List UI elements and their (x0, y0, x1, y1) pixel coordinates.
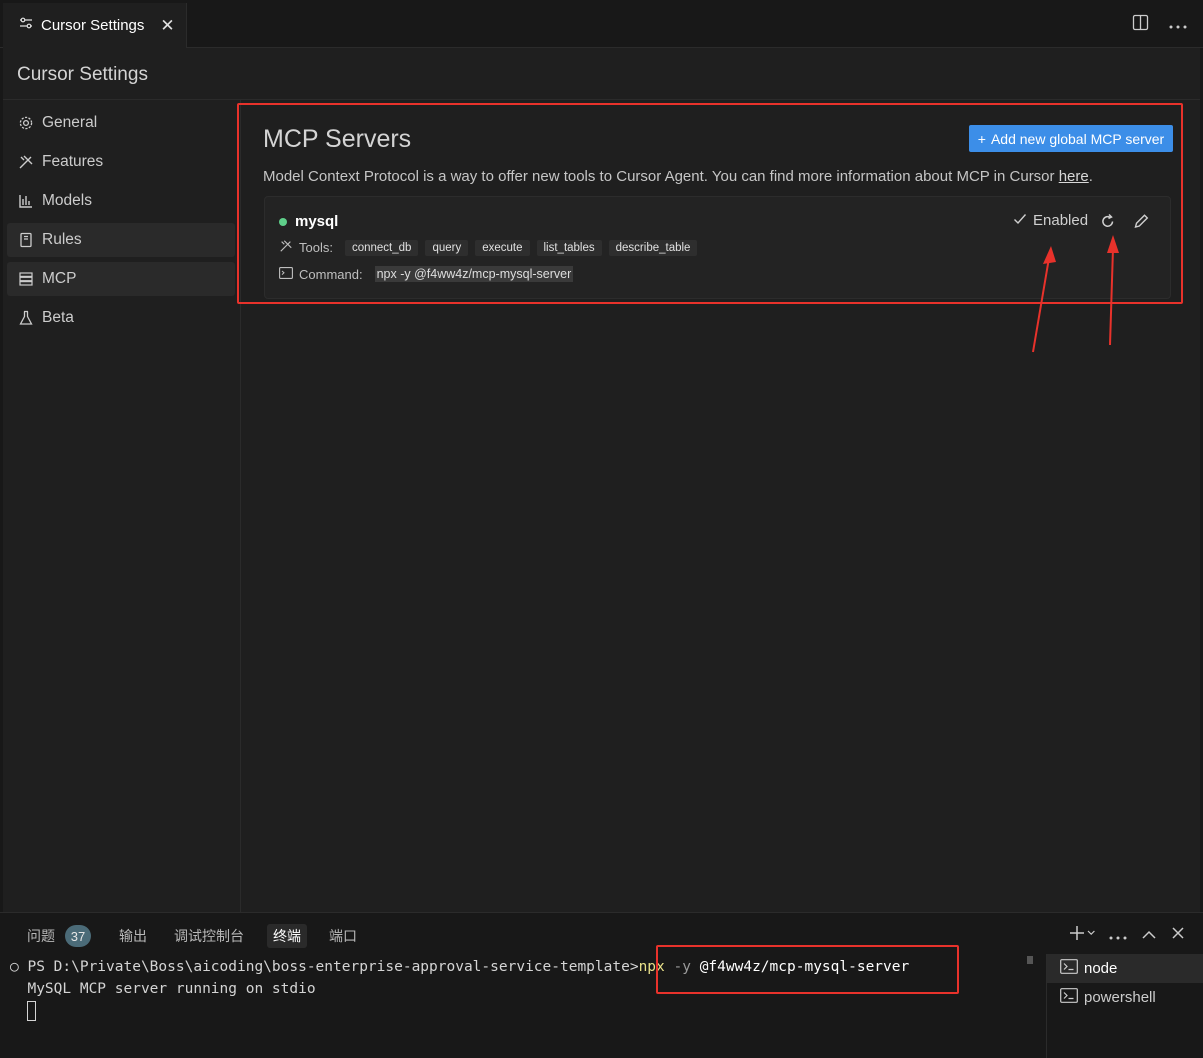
more-actions-icon[interactable] (1109, 927, 1127, 945)
terminal-item-label: node (1084, 960, 1118, 977)
sidebar-item-models[interactable]: Models (7, 184, 235, 218)
terminal-list: node powershell (1046, 954, 1203, 1058)
annotation-box-command (656, 945, 959, 994)
sidebar-item-label: Rules (42, 231, 82, 248)
terminal-item-powershell[interactable]: powershell (1047, 983, 1203, 1012)
tab-problems[interactable]: 问题 37 (27, 924, 91, 948)
sidebar-item-label: Features (42, 153, 104, 170)
problems-count-badge: 37 (65, 925, 91, 947)
panel-actions (1069, 925, 1185, 946)
terminal-output-line: MySQL MCP server running on stdio (27, 981, 316, 997)
sidebar-item-label: MCP (42, 270, 77, 287)
editor-actions (1132, 14, 1187, 36)
terminal-cursor (27, 1001, 36, 1021)
close-panel-icon[interactable] (1171, 926, 1185, 945)
sidebar-item-label: Beta (42, 309, 74, 326)
page-header: Cursor Settings (3, 48, 1200, 100)
sidebar-item-mcp[interactable]: MCP (7, 262, 235, 296)
sidebar-item-beta[interactable]: Beta (7, 301, 235, 335)
bar-chart-icon (18, 193, 34, 209)
tab-problems-label: 问题 (27, 928, 55, 944)
tools-icon (18, 154, 34, 170)
gear-icon (18, 115, 34, 131)
terminal-icon (1060, 959, 1078, 978)
page-title: Cursor Settings (17, 64, 148, 85)
settings-sidebar: General Features Models Rules MCP Beta (3, 100, 241, 912)
maximize-panel-icon[interactable] (1141, 927, 1157, 945)
tab-debug-console[interactable]: 调试控制台 (174, 924, 244, 948)
server-icon (18, 271, 34, 287)
terminal-prompt: PS D:\Private\Boss\aicoding\boss-enterpr… (27, 959, 639, 975)
terminal-item-label: powershell (1084, 989, 1156, 1006)
close-icon[interactable]: ✕ (160, 17, 174, 34)
tab-label: Cursor Settings (41, 17, 145, 34)
sidebar-item-general[interactable]: General (7, 106, 235, 140)
terminal-item-node[interactable]: node (1047, 954, 1203, 983)
more-actions-icon[interactable] (1169, 16, 1187, 34)
terminal-scroll-indicator (1027, 956, 1033, 964)
sidebar-item-rules[interactable]: Rules (7, 223, 235, 257)
split-editor-icon[interactable] (1132, 14, 1149, 36)
flask-icon (18, 310, 34, 326)
annotation-box-mcp (237, 103, 1183, 304)
new-terminal-icon[interactable] (1069, 925, 1095, 946)
sidebar-item-features[interactable]: Features (7, 145, 235, 179)
tab-output[interactable]: 输出 (119, 924, 147, 948)
book-icon (18, 232, 34, 248)
terminal-icon (1060, 988, 1078, 1007)
tab-ports[interactable]: 端口 (329, 924, 357, 948)
prompt-indicator: ○ (10, 959, 28, 975)
editor-tab-bar: Cursor Settings ✕ (0, 0, 1203, 48)
tab-terminal[interactable]: 终端 (267, 924, 307, 948)
sidebar-item-label: Models (42, 192, 92, 209)
sidebar-item-label: General (42, 114, 98, 131)
settings-sliders-icon (19, 16, 33, 35)
tab-cursor-settings[interactable]: Cursor Settings ✕ (3, 3, 187, 48)
